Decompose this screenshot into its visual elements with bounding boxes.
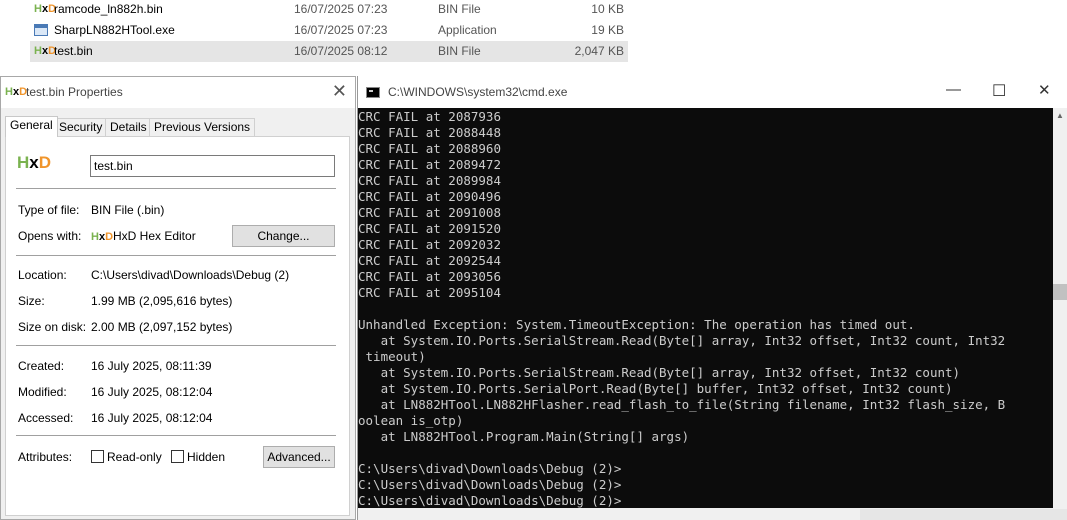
cmd-titlebar[interactable]: C:\WINDOWS\system32\cmd.exe — ☐ ✕ xyxy=(358,76,1067,108)
change-button[interactable]: Change... xyxy=(232,225,335,247)
type-label: Type of file: xyxy=(18,203,80,217)
desktop-background xyxy=(860,509,1067,520)
hxd-file-icon: HxD xyxy=(34,3,57,15)
hidden-label[interactable]: Hidden xyxy=(187,450,225,464)
readonly-checkbox[interactable] xyxy=(91,450,104,463)
tab-general[interactable]: General xyxy=(5,116,58,137)
console-output: CRC FAIL at 2087936 CRC FAIL at 2088448 … xyxy=(358,109,1006,508)
divider xyxy=(16,345,336,346)
cmd-window: C:\WINDOWS\system32\cmd.exe — ☐ ✕ CRC FA… xyxy=(357,76,1067,520)
divider xyxy=(16,255,336,256)
location-label: Location: xyxy=(18,268,67,282)
tab-previous-versions[interactable]: Previous Versions xyxy=(149,118,256,136)
console-icon xyxy=(366,87,380,98)
scroll-thumb[interactable] xyxy=(1053,284,1067,300)
window-title: C:\WINDOWS\system32\cmd.exe xyxy=(388,85,568,99)
size-on-disk-label: Size on disk: xyxy=(18,320,87,334)
maximize-icon[interactable]: ☐ xyxy=(992,81,1006,101)
file-type: BIN File xyxy=(438,2,481,16)
hxd-file-icon: HxD xyxy=(34,45,57,57)
advanced-button[interactable]: Advanced... xyxy=(263,446,335,468)
file-type: Application xyxy=(438,23,497,37)
hxd-file-icon: HxD xyxy=(17,153,52,172)
general-tab-panel: HxD Type of file: BIN File (.bin) Opens … xyxy=(5,136,350,516)
readonly-label[interactable]: Read-only xyxy=(107,450,162,464)
file-date: 16/07/2025 08:12 xyxy=(294,44,388,58)
size-value: 1.99 MB (2,095,616 bytes) xyxy=(91,294,233,308)
file-size: 19 KB xyxy=(591,23,624,37)
file-row[interactable]: SharpLN882HTool.exe 16/07/2025 07:23 App… xyxy=(30,20,628,41)
console-output-area[interactable]: CRC FAIL at 2087936 CRC FAIL at 2088448 … xyxy=(358,108,1053,508)
minimize-icon[interactable]: — xyxy=(946,81,961,98)
tab-details[interactable]: Details xyxy=(105,118,152,136)
divider xyxy=(16,188,336,189)
hxd-app-icon: HxD xyxy=(91,231,114,243)
created-label: Created: xyxy=(18,359,65,373)
created-value: 16 July 2025, 08:11:39 xyxy=(91,359,212,373)
tab-security[interactable]: Security xyxy=(54,118,108,136)
application-icon xyxy=(34,24,48,36)
hxd-app-icon: HxD xyxy=(5,86,28,98)
vertical-scrollbar[interactable]: ▲ xyxy=(1053,108,1067,508)
location-value: C:\Users\divad\Downloads\Debug (2) xyxy=(91,268,290,282)
close-icon[interactable]: ✕ xyxy=(1038,81,1051,99)
file-explorer-list: HxD ramcode_ln882h.bin 16/07/2025 07:23 … xyxy=(0,0,1067,78)
opens-with-value: HxD Hex Editor xyxy=(113,229,196,243)
accessed-value: 16 July 2025, 08:12:04 xyxy=(91,411,213,425)
attributes-label: Attributes: xyxy=(18,450,73,464)
file-name: test.bin xyxy=(54,44,93,58)
accessed-label: Accessed: xyxy=(18,411,74,425)
hidden-checkbox[interactable] xyxy=(171,450,184,463)
modified-label: Modified: xyxy=(18,385,67,399)
close-icon[interactable]: ✕ xyxy=(332,81,347,102)
dialog-title: test.bin Properties xyxy=(26,85,123,99)
file-date: 16/07/2025 07:23 xyxy=(294,2,388,16)
file-name: ramcode_ln882h.bin xyxy=(54,2,163,16)
scroll-up-arrow-icon[interactable]: ▲ xyxy=(1056,111,1064,120)
file-name-input[interactable] xyxy=(90,155,335,177)
divider xyxy=(16,435,336,436)
file-size: 10 KB xyxy=(591,2,624,16)
file-row-selected[interactable]: HxD test.bin 16/07/2025 08:12 BIN File 2… xyxy=(30,41,628,62)
properties-dialog: HxD test.bin Properties ✕ General Securi… xyxy=(0,76,356,520)
modified-value: 16 July 2025, 08:12:04 xyxy=(91,385,213,399)
file-row[interactable]: HxD ramcode_ln882h.bin 16/07/2025 07:23 … xyxy=(30,0,628,20)
properties-titlebar[interactable]: HxD test.bin Properties ✕ xyxy=(1,77,355,108)
size-on-disk-value: 2.00 MB (2,097,152 bytes) xyxy=(91,320,233,334)
file-name: SharpLN882HTool.exe xyxy=(54,23,175,37)
file-size: 2,047 KB xyxy=(574,44,624,58)
file-date: 16/07/2025 07:23 xyxy=(294,23,388,37)
opens-with-label: Opens with: xyxy=(18,229,82,243)
type-value: BIN File (.bin) xyxy=(91,203,165,217)
file-type: BIN File xyxy=(438,44,481,58)
size-label: Size: xyxy=(18,294,45,308)
